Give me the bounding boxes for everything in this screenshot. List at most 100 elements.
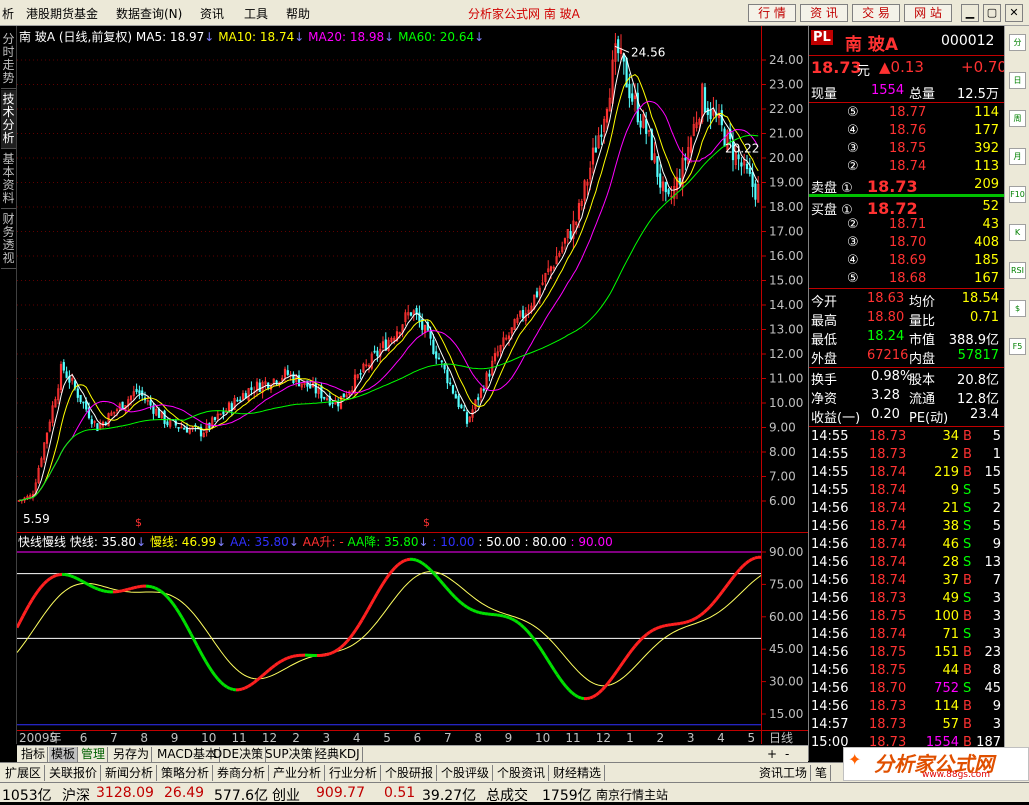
candle-body (435, 352, 437, 359)
nav-sector[interactable]: 行业分析 (326, 765, 381, 781)
nav-strategy[interactable]: 策略分析 (158, 765, 213, 781)
price-tick-label: 9.00 (769, 421, 796, 435)
price-tick-label: 20.00 (769, 151, 803, 165)
tick-side: S (963, 681, 971, 696)
nav-industry-chain[interactable]: 产业分析 (270, 765, 325, 781)
date-tick-label: 4 (717, 731, 725, 744)
tick-price: 18.73 (869, 591, 906, 606)
tick-side: S (963, 501, 971, 516)
nav-broker[interactable]: 券商分析 (214, 765, 269, 781)
tool-button[interactable]: F10 (1009, 186, 1026, 203)
sell-volume: 392 (974, 141, 999, 156)
menu-item-help[interactable]: 帮助 (286, 5, 310, 22)
tick-side: S (963, 591, 971, 606)
menu-item-data-query[interactable]: 数据查询(N) (116, 5, 182, 22)
price-tick-label: 6.00 (769, 494, 796, 508)
zoom-out-button[interactable]: - (783, 747, 791, 762)
status-gem-change: 0.51 (384, 785, 415, 801)
chart-svg[interactable]: 24.0023.0022.0021.0020.0019.0018.0017.00… (17, 26, 808, 744)
nav-related-quotes[interactable]: 关联报价 (46, 765, 101, 781)
tool-button[interactable]: 分 (1009, 34, 1026, 51)
fast-line-segment (572, 693, 575, 695)
tick-count: 2 (993, 501, 1001, 516)
tool-button[interactable]: RSI (1009, 262, 1026, 279)
nav-finance-picks[interactable]: 财经精选 (550, 765, 605, 781)
fast-line-segment (251, 683, 254, 685)
candle-body (601, 135, 603, 137)
fast-line-segment (98, 589, 101, 590)
stat-label: 均价 (909, 291, 935, 310)
candle-body (223, 412, 225, 414)
zoom-in-button[interactable]: + (765, 747, 779, 762)
tool-button[interactable]: $ (1009, 300, 1026, 317)
tab-technical[interactable]: 技术分析 (1, 90, 16, 149)
tool-button[interactable]: K (1009, 224, 1026, 241)
maximize-icon[interactable]: ▢ (983, 4, 1001, 22)
fast-line-segment (701, 612, 704, 614)
buy-row: 买盘 ①18.7252 (809, 198, 1005, 216)
quote-button[interactable]: 行 情 (748, 4, 796, 22)
tick-row: 14:5618.7438S5 (809, 518, 1005, 536)
tab-indicator[interactable]: 指标 (19, 747, 48, 762)
fast-line-segment (461, 603, 464, 605)
fin-value: 3.28 (871, 388, 900, 403)
tab-intraday[interactable]: 分时走势 (1, 30, 16, 89)
menu-item-news[interactable]: 资讯 (200, 5, 224, 22)
nav-stock-news[interactable]: 个股资讯 (494, 765, 549, 781)
fin-label: 收益(一) (811, 407, 860, 426)
close-icon[interactable]: ✕ (1005, 4, 1023, 22)
tick-row: 14:5618.7349S3 (809, 590, 1005, 608)
candle-body (337, 403, 339, 406)
fast-line-segment (521, 625, 524, 628)
ind-slow: 慢线: 46.99 (150, 535, 216, 549)
sell-row: ④18.76177 (809, 122, 1005, 140)
site-logo: ✦ 分析家公式网 www.88gs.com (843, 747, 1029, 781)
nav-news-analysis[interactable]: 新闻分析 (102, 765, 157, 781)
low-marker-label: 5.59 (23, 512, 50, 526)
tool-button[interactable]: 月 (1009, 148, 1026, 165)
tick-side: B (963, 465, 972, 480)
tab-save-as[interactable]: 另存为 (111, 747, 152, 762)
tab-sup[interactable]: SUP决策 (263, 747, 316, 762)
tab-template[interactable]: 模板 (49, 747, 78, 762)
trade-button[interactable]: 交 易 (852, 4, 900, 22)
fast-line-segment (50, 577, 53, 579)
website-button[interactable]: 网 站 (904, 4, 952, 22)
candle-body (136, 389, 138, 391)
menu-item-hk-futures[interactable]: 港股期货基金 (26, 5, 98, 22)
candle-body (441, 361, 443, 362)
tab-dde[interactable]: DDE决策 (211, 747, 266, 762)
candle-body (570, 231, 572, 238)
tick-price: 18.70 (869, 681, 906, 696)
price-tick-label: 11.00 (769, 372, 803, 386)
fast-line-segment (260, 675, 263, 678)
menu-item-tools[interactable]: 工具 (244, 5, 268, 22)
tab-fundamentals[interactable]: 基本资料 (1, 150, 16, 209)
nav-news-workshop[interactable]: 资讯工场 (756, 765, 811, 781)
tab-manage[interactable]: 管理 (79, 747, 108, 762)
nav-research[interactable]: 个股研报 (382, 765, 437, 781)
menu-item-analysis[interactable]: 析 (2, 5, 14, 22)
tool-button[interactable]: 周 (1009, 110, 1026, 127)
news-button[interactable]: 资 讯 (800, 4, 848, 22)
chart-area[interactable]: 24.0023.0022.0021.0020.0019.0018.0017.00… (17, 26, 808, 744)
tick-volume: 34 (942, 429, 959, 444)
nav-extension[interactable]: 扩展区 (2, 765, 45, 781)
tick-price: 18.73 (869, 447, 906, 462)
fast-line-segment (704, 610, 707, 613)
tick-row: 14:5618.7437B7 (809, 572, 1005, 590)
tool-button[interactable]: 日 (1009, 72, 1026, 89)
bid-ask-divider (809, 194, 1005, 197)
sell-price: 18.74 (889, 159, 926, 174)
fast-line-segment (275, 663, 278, 665)
nav-rating[interactable]: 个股评级 (438, 765, 493, 781)
minimize-icon[interactable]: ▁ (961, 4, 979, 22)
tab-kdj[interactable]: 经典KDJ (313, 747, 363, 762)
tab-financials[interactable]: 财务透视 (1, 210, 16, 269)
candle-body (595, 148, 597, 152)
candle-body (477, 398, 479, 400)
nav-note[interactable]: 笔 (812, 765, 831, 781)
fast-line-segment (65, 575, 68, 576)
tool-button[interactable]: F5 (1009, 338, 1026, 355)
tick-side: S (963, 627, 971, 642)
